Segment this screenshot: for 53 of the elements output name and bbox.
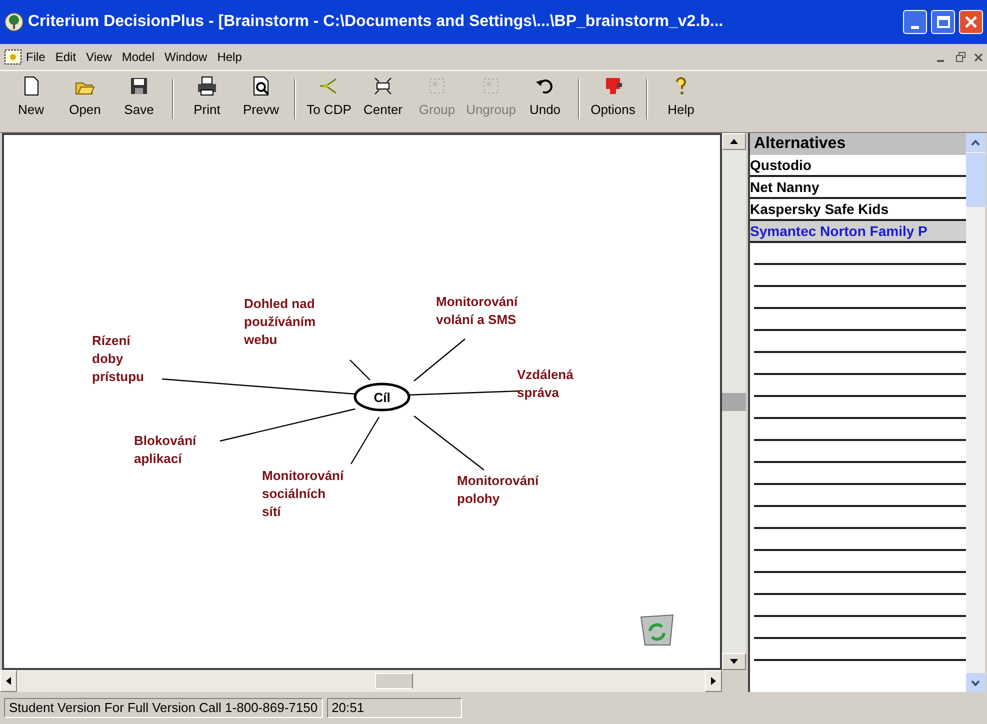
menu-item[interactable]: Window	[164, 48, 208, 66]
idea-node[interactable]: Monitorování polohy	[457, 472, 539, 508]
idea-node[interactable]: Dohled nad používáním webu	[244, 295, 316, 349]
toolbar-button[interactable]: Center	[356, 75, 410, 120]
toolbar-button[interactable]: Help	[654, 75, 708, 120]
toolbar-button[interactable]: To CDP	[302, 75, 356, 120]
toolbar-button[interactable]: Print	[180, 75, 234, 120]
up-chevron-icon	[971, 140, 980, 146]
up-arrow-icon	[730, 139, 738, 144]
menu-item[interactable]: File	[26, 48, 46, 66]
menu-item[interactable]: Help	[217, 48, 242, 66]
menu-item[interactable]: Model	[122, 48, 155, 66]
list-scrollbar[interactable]	[966, 133, 985, 692]
idea-node[interactable]: Monitorování sociálních sítí	[262, 467, 344, 521]
vertical-scrollbar[interactable]	[722, 133, 746, 670]
connector-line	[414, 338, 466, 382]
minimize-button[interactable]	[903, 10, 927, 34]
panel-header: Alternatives	[750, 133, 966, 155]
scroll-thumb[interactable]	[966, 153, 985, 207]
window-title: Criterium DecisionPlus - [Brainstorm - C:\Documents and Settings\...\BP_brainstorm_v2.b...	[28, 12, 724, 32]
maximize-button[interactable]	[931, 10, 955, 34]
printer-icon	[196, 75, 218, 97]
idea-node[interactable]: Vzdálená správa	[517, 366, 574, 402]
menu-item[interactable]: Edit	[55, 48, 76, 66]
document-icon	[4, 49, 22, 65]
close-icon[interactable]	[974, 52, 983, 62]
close-icon	[964, 15, 978, 29]
status-time: 20:51	[326, 698, 462, 718]
idea-node[interactable]: Monitorování volání a SMS	[436, 293, 518, 329]
scroll-thumb[interactable]	[722, 392, 746, 410]
connector-line	[414, 416, 484, 470]
toolbar-button[interactable]: New	[4, 75, 58, 120]
idea-node[interactable]: Blokování aplikací	[134, 432, 196, 468]
alternative-row[interactable]: Symantec Norton Family P	[750, 221, 966, 243]
close-button[interactable]	[959, 10, 983, 34]
toolbar-button[interactable]: Prevw	[234, 75, 288, 120]
down-arrow-icon	[730, 659, 738, 664]
left-arrow-icon	[6, 677, 11, 685]
center-icon	[372, 75, 394, 97]
right-arrow-icon	[711, 677, 716, 685]
down-chevron-icon	[971, 680, 980, 686]
scroll-thumb[interactable]	[375, 673, 413, 689]
horizontal-scrollbar[interactable]	[0, 670, 722, 692]
app-icon	[4, 12, 24, 32]
idea-node[interactable]: Rízení doby prístupu	[92, 332, 144, 386]
status-message: Student Version For Full Version Call 1-800-869-7150	[4, 698, 323, 718]
toolbar-button[interactable]: Options	[586, 75, 640, 120]
toolbar-button[interactable]: Undo	[518, 75, 572, 120]
toolbar-button[interactable]: Open	[58, 75, 112, 120]
menu-item[interactable]: View	[86, 48, 112, 66]
restore-icon[interactable]	[956, 52, 966, 62]
toolbar-button[interactable]: Save	[112, 75, 166, 120]
goal-node[interactable]: Cíl	[354, 382, 410, 412]
